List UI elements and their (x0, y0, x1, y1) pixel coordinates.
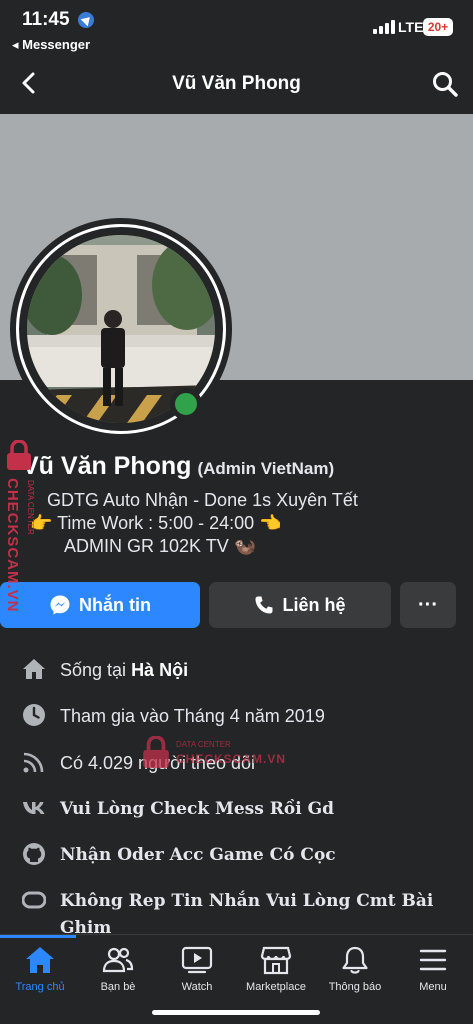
menu-icon (419, 949, 447, 971)
back-to-messenger-link[interactable]: ◂ Messenger (12, 37, 90, 53)
tab-home[interactable]: Trang chủ (0, 945, 80, 993)
friends-icon (102, 947, 134, 973)
status-bar: 11:45 ◂ Messenger LTE 20+ (0, 0, 473, 56)
profile-name-row: Vũ Văn Phong (Admin VietNam) (22, 452, 334, 481)
rss-followers-icon (22, 750, 46, 774)
lock-logo-icon (6, 439, 32, 470)
profile-header: Vũ Văn Phong (0, 56, 473, 114)
tab-notifications[interactable]: Thông báo (315, 945, 395, 993)
marketplace-icon (260, 946, 292, 975)
watermark-center: DATA CENTER CHECKSCAM.VN (142, 735, 302, 770)
status-time: 11:45 (22, 9, 70, 30)
watermark-subtext: DATA CENTER (26, 480, 35, 535)
lock-logo-icon (143, 735, 169, 768)
search-icon[interactable] (430, 69, 460, 99)
home-icon (26, 947, 54, 973)
watermark-side: CHECKSCAM.VN DATA CENTER (2, 439, 42, 640)
active-tab-indicator (0, 935, 76, 938)
tab-marketplace[interactable]: Marketplace (236, 945, 316, 993)
tab-label: Bạn bè (100, 981, 136, 993)
message-button-label: Nhắn tin (79, 594, 151, 615)
header-title: Vũ Văn Phong (172, 73, 301, 94)
info-text: Nhận Oder Acc Game Có Cọc (60, 845, 336, 865)
lives-prefix: Sống tại (60, 660, 132, 680)
info-text: Vui Lòng Check Mess Rồi Gd (60, 799, 334, 819)
home-icon (22, 657, 46, 681)
watch-icon (181, 946, 213, 974)
info-text: Tham gia vào Tháng 4 năm 2019 (60, 706, 325, 726)
watermark-text: CHECKSCAM.VN (4, 478, 21, 613)
online-status-dot (170, 388, 202, 420)
messenger-icon (50, 595, 70, 615)
more-button[interactable]: ··· (400, 582, 456, 628)
tab-watch[interactable]: Watch (157, 945, 237, 993)
location-arrow-icon (78, 12, 94, 28)
tab-label: Watch (181, 981, 213, 993)
bio-line: ADMIN GR 102K TV 🦦 (64, 536, 257, 556)
network-type: LTE (398, 19, 424, 35)
bell-icon (342, 946, 368, 974)
lives-city-link[interactable]: Hà Nội (131, 660, 188, 680)
info-text: Không Rep Tin Nhắn Vui Lòng Cmt Bài (60, 891, 434, 911)
info-text: Sống tại Hà Nội (60, 660, 188, 681)
tab-label: Menu (419, 981, 447, 993)
profile-name: Vũ Văn Phong (22, 452, 192, 480)
github-icon (22, 842, 46, 866)
alternate-name: (Admin VietNam) (197, 459, 335, 478)
vk-icon (22, 796, 46, 820)
signal-bars-icon (373, 20, 395, 34)
contact-button-label: Liên hệ (282, 594, 346, 615)
oculus-icon (21, 888, 47, 912)
contact-button[interactable]: Liên hệ (209, 582, 391, 628)
bio-line: GDTG Auto Nhận - Done 1s Xuyên Tết (47, 490, 358, 510)
battery-icon: 20+ (423, 18, 453, 36)
tab-label: Marketplace (246, 981, 306, 993)
tab-label: Trang chủ (15, 981, 65, 993)
phone-icon (255, 596, 273, 614)
bio-line: 👉 Time Work : 5:00 - 24:00 👈 (30, 513, 282, 533)
clock-icon (22, 703, 46, 727)
watermark-subtext: DATA CENTER (176, 740, 231, 749)
tab-friends[interactable]: Bạn bè (78, 945, 158, 993)
tab-label: Thông báo (328, 981, 382, 993)
more-icon: ··· (418, 593, 438, 616)
tab-menu[interactable]: Menu (393, 945, 473, 993)
watermark-text: CHECKSCAM.VN (176, 752, 287, 766)
home-indicator[interactable] (152, 1010, 320, 1015)
